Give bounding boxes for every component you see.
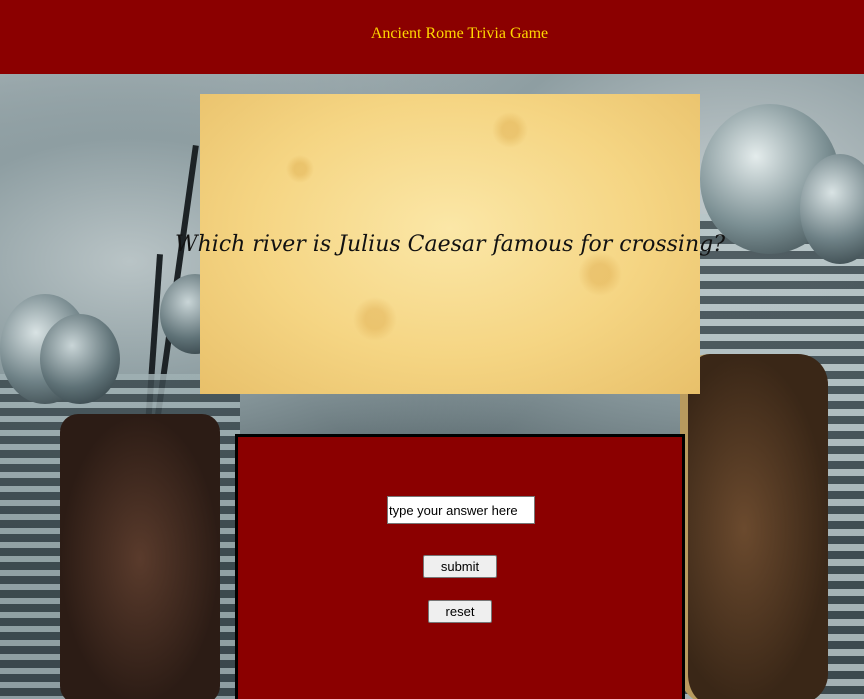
- reset-button[interactable]: reset: [428, 600, 492, 623]
- soldier-shield: [680, 354, 828, 699]
- answer-input[interactable]: [387, 496, 535, 524]
- question-card: Which river is Julius Caesar famous for …: [175, 94, 725, 394]
- answer-panel: submit reset: [235, 434, 685, 699]
- page-title: Ancient Rome Trivia Game: [370, 25, 549, 42]
- soldier-helmet: [40, 314, 120, 404]
- page-header: Ancient Rome Trivia Game: [0, 0, 864, 74]
- soldier-shield: [60, 414, 220, 699]
- submit-button[interactable]: submit: [423, 555, 497, 578]
- question-text: Which river is Julius Caesar famous for …: [175, 231, 725, 257]
